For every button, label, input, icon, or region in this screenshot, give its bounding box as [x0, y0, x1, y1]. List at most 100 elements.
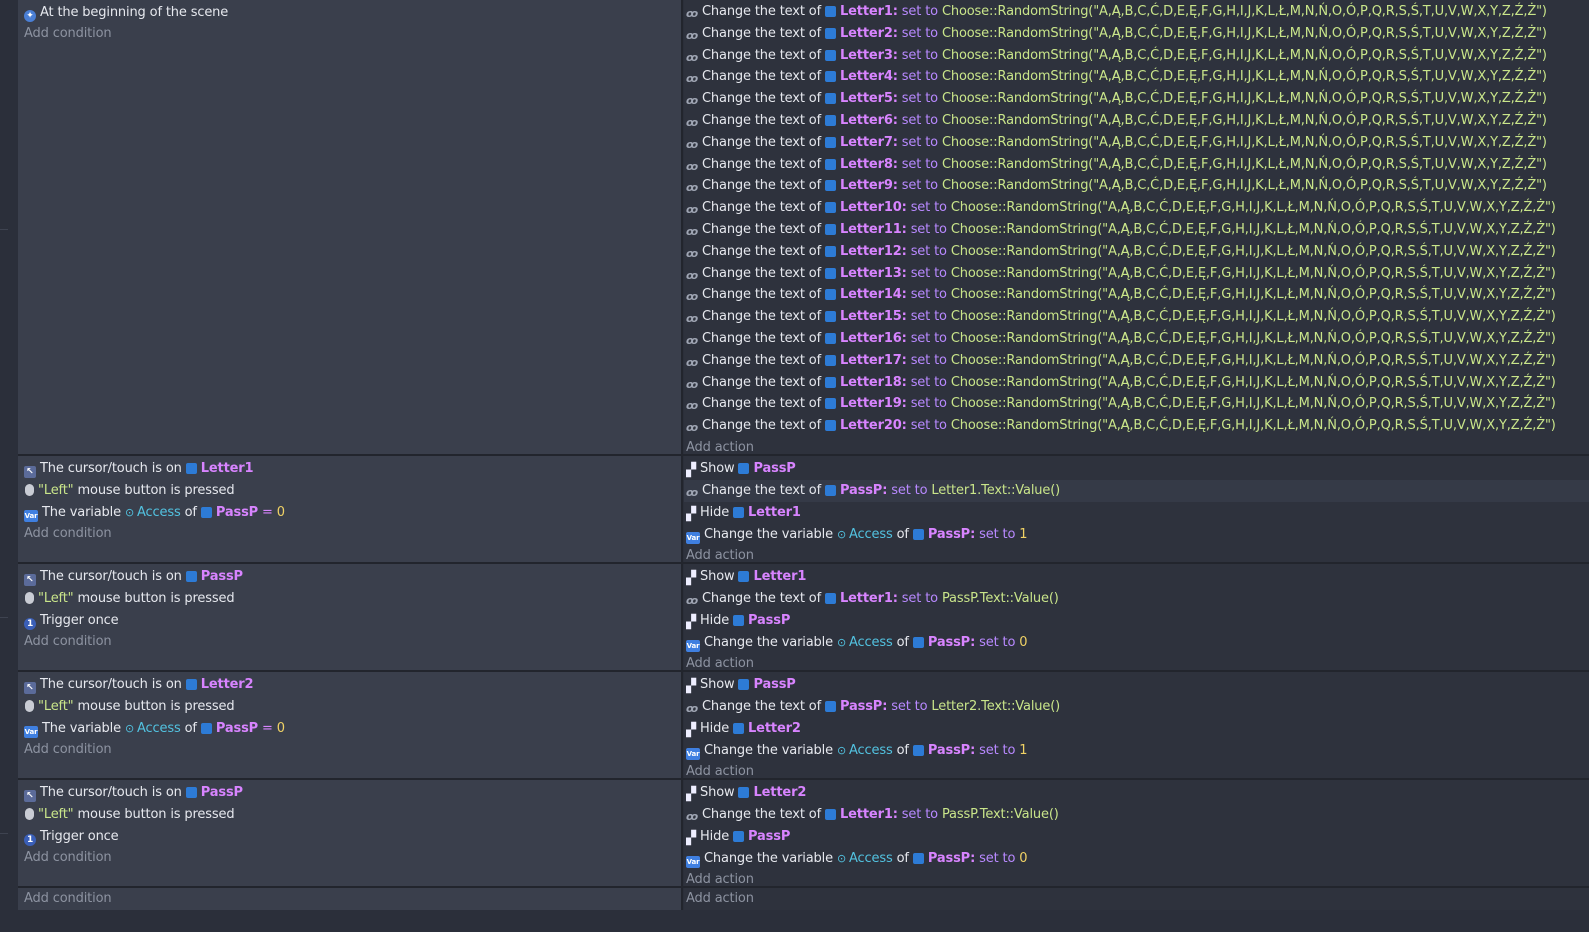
- condition-mouse-pressed[interactable]: "Left" mouse button is pressed: [24, 480, 235, 502]
- action-change-text[interactable]: ꝏ Change the text of Letter10: set to Cho…: [686, 197, 1556, 219]
- event-empty[interactable]: Add condition Add action: [18, 888, 1589, 910]
- event-letter1-click[interactable]: ↖ The cursor/touch is on Letter1 "Left" m…: [18, 456, 1589, 564]
- action-label: Change the text of: [702, 352, 821, 368]
- text-object-icon: [824, 376, 836, 388]
- object-name: Letter3: [839, 47, 893, 63]
- operator: set to: [901, 591, 938, 606]
- condition-cursor-on[interactable]: ↖ The cursor/touch is on Letter2: [24, 674, 254, 696]
- add-condition-button[interactable]: Add condition: [24, 23, 112, 45]
- action-change-variable[interactable]: Var Change the variable ⊙ Access of PassP:…: [686, 632, 1028, 654]
- events-sheet: ✦ At the beginning of the scene Add condi…: [18, 0, 1589, 910]
- event-letter2-click[interactable]: ↖ The cursor/touch is on Letter2 "Left" m…: [18, 672, 1589, 780]
- operator: set to: [901, 178, 938, 194]
- action-label: Show: [700, 461, 735, 476]
- event-passp-click[interactable]: ↖ The cursor/touch is on PassP "Left" mou…: [18, 564, 1589, 672]
- condition-cursor-on[interactable]: ↖ The cursor/touch is on Letter1: [24, 458, 254, 480]
- action-change-text[interactable]: ꝏ Change the text of Letter16: set to Cho…: [686, 328, 1556, 350]
- action-change-text[interactable]: ꝏ Change the text of Letter18: set to Cho…: [686, 372, 1556, 394]
- action-change-text[interactable]: ꝏ Change the text of Letter7: set to Choo…: [686, 132, 1547, 154]
- action-show[interactable]: ▞ Show PassP: [686, 458, 796, 480]
- action-show[interactable]: ▞ Show Letter1: [686, 566, 806, 588]
- operator: set to: [910, 265, 947, 281]
- action-change-text[interactable]: ꝏ Change the text of Letter4: set to Choo…: [686, 66, 1547, 88]
- action-change-text[interactable]: ꝏ Change the text of Letter13: set to Cho…: [686, 263, 1556, 285]
- text-edit-icon: ꝏ: [686, 268, 699, 282]
- action-change-text[interactable]: ꝏ Change the text of Letter3: set to Choo…: [686, 45, 1547, 67]
- action-change-variable[interactable]: Var Change the variable ⊙ Access of PassP:…: [686, 524, 1028, 546]
- action-hide[interactable]: ▞ Hide Letter1: [686, 502, 801, 524]
- condition-variable[interactable]: Var The variable ⊙ Access of PassP = 0: [24, 502, 285, 524]
- object-variable-icon: ⊙: [124, 722, 135, 735]
- condition-mouse-pressed[interactable]: "Left" mouse button is pressed: [24, 696, 235, 718]
- condition-row[interactable]: ✦ At the beginning of the scene: [24, 2, 228, 24]
- action-label: Change the text of: [702, 113, 821, 128]
- action-change-text[interactable]: ꝏ Change the text of Letter1: set to Pass…: [686, 804, 1059, 826]
- action-change-text[interactable]: ꝏ Change the text of Letter5: set to Choo…: [686, 88, 1547, 110]
- visibility-icon: ▞: [686, 507, 696, 522]
- add-condition-button[interactable]: Add condition: [24, 523, 112, 545]
- action-change-text[interactable]: ꝏ Change the text of PassP: set to Letter…: [686, 480, 1060, 502]
- action-change-text[interactable]: ꝏ Change the text of Letter11: set to Cho…: [686, 219, 1556, 241]
- condition-trigger-once[interactable]: 1 Trigger once: [24, 610, 119, 632]
- of-label: of: [896, 743, 909, 758]
- action-change-text[interactable]: ꝏ Change the text of Letter9: set to Choo…: [686, 175, 1547, 197]
- text-object-icon: [824, 6, 836, 17]
- text-edit-icon: ꝏ: [686, 159, 699, 173]
- action-hide[interactable]: ▞ Hide PassP: [686, 610, 790, 632]
- add-condition-button[interactable]: Add condition: [24, 631, 112, 653]
- variable-icon: Var: [686, 748, 700, 760]
- operator: set to: [979, 635, 1016, 650]
- action-change-text[interactable]: ꝏ Change the text of Letter8: set to Choo…: [686, 154, 1547, 176]
- action-change-text[interactable]: ꝏ Change the text of Letter17: set to Cho…: [686, 350, 1556, 372]
- action-change-text[interactable]: ꝏ Change the text of Letter20: set to Cho…: [686, 415, 1556, 437]
- condition-trigger-once[interactable]: 1 Trigger once: [24, 826, 119, 848]
- text-edit-icon: ꝏ: [686, 181, 699, 195]
- operator: set to: [979, 743, 1016, 758]
- action-hide[interactable]: ▞ Hide PassP: [686, 826, 790, 848]
- of-label: of: [896, 851, 909, 866]
- action-change-variable[interactable]: Var Change the variable ⊙ Access of PassP:…: [686, 740, 1028, 762]
- condition-mouse-pressed[interactable]: "Left" mouse button is pressed: [24, 804, 235, 826]
- add-condition-button[interactable]: Add condition: [24, 739, 112, 761]
- action-label: Change the text of: [702, 69, 821, 85]
- condition-mouse-pressed[interactable]: "Left" mouse button is pressed: [24, 588, 235, 610]
- object-name: Letter8: [839, 156, 893, 172]
- compare-value: 0: [276, 505, 285, 520]
- action-change-text[interactable]: ꝏ Change the text of Letter12: set to Cho…: [686, 241, 1556, 263]
- text-object-icon: [824, 593, 836, 604]
- action-change-text[interactable]: ꝏ Change the text of Letter15: set to Cho…: [686, 306, 1556, 328]
- action-show[interactable]: ▞ Show PassP: [686, 674, 796, 696]
- action-hide[interactable]: ▞ Hide Letter2: [686, 718, 801, 740]
- event-passp-click-2[interactable]: ↖ The cursor/touch is on PassP "Left" mou…: [18, 780, 1589, 888]
- object-name: PassP: [200, 785, 243, 800]
- variable-icon: Var: [686, 532, 700, 544]
- condition-cursor-on[interactable]: ↖ The cursor/touch is on PassP: [24, 782, 243, 804]
- add-condition-button[interactable]: Add condition: [24, 847, 112, 869]
- text-edit-icon: ꝏ: [686, 399, 699, 413]
- text-edit-icon: ꝏ: [686, 137, 699, 151]
- action-label: Change the text of: [702, 156, 821, 172]
- object-variable-icon: ⊙: [836, 528, 847, 541]
- add-action-button[interactable]: Add action: [686, 888, 754, 910]
- action-label: Change the variable: [704, 527, 833, 542]
- action-label: Change the text of: [702, 4, 821, 19]
- add-condition-button[interactable]: Add condition: [24, 888, 112, 910]
- text-object-icon: [824, 267, 836, 279]
- action-change-text[interactable]: ꝏ Change the text of Letter19: set to Cho…: [686, 393, 1556, 415]
- actions-column: ▞ Show PassP ꝏ Change the text of PassP: s…: [684, 672, 1589, 779]
- action-change-text[interactable]: ꝏ Change the text of Letter6: set to Choo…: [686, 110, 1547, 132]
- action-change-text[interactable]: ꝏ Change the text of Letter1: set to Pass…: [686, 588, 1059, 610]
- condition-variable[interactable]: Var The variable ⊙ Access of PassP = 0: [24, 718, 285, 740]
- action-change-text[interactable]: ꝏ Change the text of Letter2: set to Choo…: [686, 23, 1547, 45]
- action-show[interactable]: ▞ Show Letter2: [686, 782, 806, 804]
- text-object-icon: [824, 49, 836, 61]
- action-change-text[interactable]: ꝏ Change the text of Letter14: set to Cho…: [686, 284, 1556, 306]
- action-label: Change the text of: [702, 807, 821, 822]
- action-change-variable[interactable]: Var Change the variable ⊙ Access of PassP:…: [686, 848, 1028, 870]
- action-change-text[interactable]: ꝏ Change the text of Letter1: set to Choo…: [686, 1, 1547, 23]
- event-scene-start[interactable]: ✦ At the beginning of the scene Add condi…: [18, 0, 1589, 456]
- expression: Choose::RandomString("A,Ą,B,C,Ć,D,E,Ę,F,…: [950, 374, 1556, 390]
- condition-cursor-on[interactable]: ↖ The cursor/touch is on PassP: [24, 566, 243, 588]
- action-change-text[interactable]: ꝏ Change the text of PassP: set to Letter…: [686, 696, 1060, 718]
- action-label: Change the variable: [704, 851, 833, 866]
